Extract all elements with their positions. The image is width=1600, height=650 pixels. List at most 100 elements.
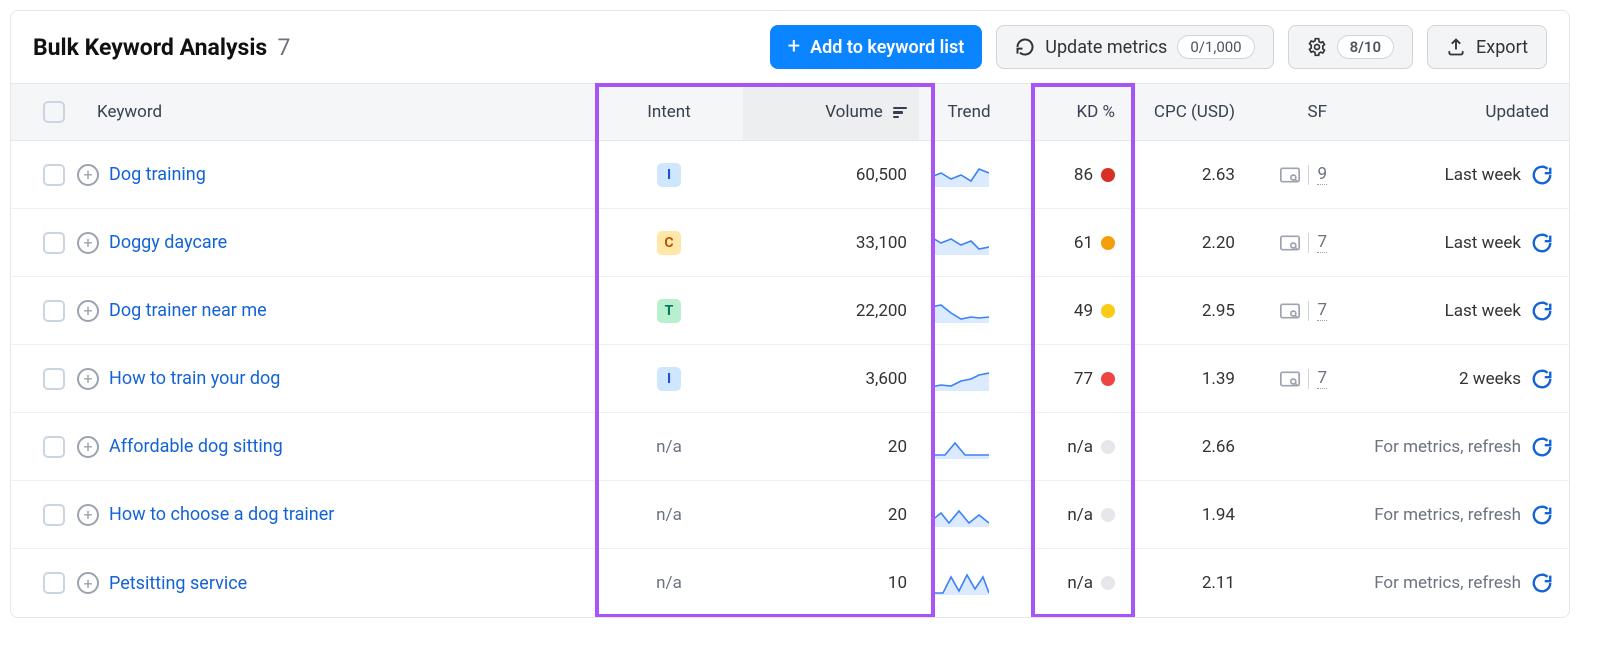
keyword-link[interactable]: Affordable dog sitting [109, 436, 283, 457]
volume-value: 22,200 [743, 301, 919, 321]
export-button-label: Export [1476, 37, 1528, 58]
refresh-row-icon[interactable] [1531, 436, 1553, 458]
row-checkbox[interactable] [43, 232, 65, 254]
kd-value: n/a [1031, 573, 1115, 593]
kd-value: n/a [1031, 437, 1115, 457]
column-kd[interactable]: KD % [1019, 102, 1127, 122]
row-checkbox[interactable] [43, 164, 65, 186]
refresh-row-icon[interactable] [1531, 504, 1553, 526]
update-quota-pill: 0/1,000 [1177, 35, 1254, 59]
table-row: +Dog trainingI60,500862.639Last week [11, 141, 1569, 209]
volume-value: 10 [743, 573, 919, 593]
column-updated[interactable]: Updated [1339, 102, 1570, 122]
refresh-row-icon[interactable] [1531, 300, 1553, 322]
row-checkbox[interactable] [43, 368, 65, 390]
kd-value: 61 [1031, 233, 1115, 253]
intent-badge: I [657, 163, 681, 187]
add-button-label: Add to keyword list [810, 37, 964, 58]
serp-features-icon[interactable] [1280, 303, 1300, 319]
kd-value: 77 [1031, 369, 1115, 389]
updated-text: Last week [1445, 233, 1521, 253]
cpc-value: 2.20 [1127, 233, 1247, 253]
expand-icon[interactable]: + [77, 232, 99, 254]
trend-sparkline [931, 228, 989, 258]
expand-icon[interactable]: + [77, 300, 99, 322]
keyword-link[interactable]: How to choose a dog trainer [109, 504, 334, 525]
trend-sparkline [931, 568, 989, 598]
row-checkbox[interactable] [43, 572, 65, 594]
kd-value: 86 [1031, 165, 1115, 185]
column-keyword[interactable]: Keyword [67, 102, 595, 122]
row-checkbox[interactable] [43, 504, 65, 526]
refresh-row-icon[interactable] [1531, 572, 1553, 594]
expand-icon[interactable]: + [77, 164, 99, 186]
export-button[interactable]: Export [1427, 25, 1547, 69]
keyword-link[interactable]: Doggy daycare [109, 232, 227, 253]
select-all-checkbox[interactable] [43, 101, 65, 123]
updated-text: For metrics, refresh [1374, 437, 1521, 457]
serp-features-icon[interactable] [1280, 167, 1300, 183]
column-intent[interactable]: Intent [595, 102, 743, 122]
kd-dot-icon [1101, 168, 1115, 182]
expand-icon[interactable]: + [77, 436, 99, 458]
expand-icon[interactable]: + [77, 504, 99, 526]
cpc-value: 2.95 [1127, 301, 1247, 321]
kd-value: n/a [1031, 505, 1115, 525]
intent-badge: T [657, 299, 681, 323]
volume-value: 33,100 [743, 233, 919, 253]
cpc-value: 2.11 [1127, 573, 1247, 593]
kd-dot-icon [1101, 576, 1115, 590]
intent-na: n/a [656, 573, 682, 593]
volume-value: 20 [743, 505, 919, 525]
sf-value[interactable]: 7 [1317, 368, 1327, 389]
keyword-link[interactable]: Petsitting service [109, 573, 247, 594]
trend-sparkline [931, 296, 989, 326]
refresh-icon [1015, 37, 1035, 57]
plus-icon: + [788, 36, 800, 58]
refresh-row-icon[interactable] [1531, 164, 1553, 186]
keyword-link[interactable]: Dog training [109, 164, 206, 185]
update-button-label: Update metrics [1045, 37, 1167, 58]
refresh-row-icon[interactable] [1531, 232, 1553, 254]
updated-text: For metrics, refresh [1374, 573, 1521, 593]
serp-features-icon[interactable] [1280, 371, 1300, 387]
cpc-value: 1.39 [1127, 369, 1247, 389]
sf-value[interactable]: 7 [1317, 300, 1327, 321]
table-header: Keyword Intent Volume Trend KD % CPC (US… [11, 83, 1569, 141]
kd-dot-icon [1101, 236, 1115, 250]
table-row: +How to train your dogI3,600771.3972 wee… [11, 345, 1569, 413]
row-checkbox[interactable] [43, 300, 65, 322]
volume-value: 60,500 [743, 165, 919, 185]
keyword-link[interactable]: How to train your dog [109, 368, 280, 389]
keyword-link[interactable]: Dog trainer near me [109, 300, 267, 321]
bulk-keyword-panel: Bulk Keyword Analysis 7 + Add to keyword… [10, 10, 1570, 618]
table-row: +Affordable dog sittingn/a20n/a2.66For m… [11, 413, 1569, 481]
export-icon [1446, 37, 1466, 57]
kd-dot-icon [1101, 304, 1115, 318]
row-checkbox[interactable] [43, 436, 65, 458]
add-to-keyword-list-button[interactable]: + Add to keyword list [770, 25, 983, 69]
column-cpc[interactable]: CPC (USD) [1127, 102, 1247, 122]
expand-icon[interactable]: + [77, 368, 99, 390]
column-sf[interactable]: SF [1247, 102, 1339, 122]
serp-features-icon[interactable] [1280, 235, 1300, 251]
kd-dot-icon [1101, 440, 1115, 454]
table-body: +Dog trainingI60,500862.639Last week+Dog… [11, 141, 1569, 617]
expand-icon[interactable]: + [77, 572, 99, 594]
table-row: +Dog trainer near meT22,200492.957Last w… [11, 277, 1569, 345]
kd-value: 49 [1031, 301, 1115, 321]
volume-value: 20 [743, 437, 919, 457]
sf-value[interactable]: 9 [1317, 164, 1327, 185]
trend-sparkline [931, 500, 989, 530]
updated-text: 2 weeks [1459, 369, 1521, 389]
table-row: + Doggy daycare C 33,100 61 2.20 7 Last week [11, 209, 1569, 277]
settings-button[interactable]: 8/10 [1288, 25, 1413, 69]
intent-badge: C [657, 231, 681, 255]
column-trend[interactable]: Trend [919, 102, 1019, 122]
refresh-row-icon[interactable] [1531, 368, 1553, 390]
update-metrics-button[interactable]: Update metrics 0/1,000 [996, 25, 1273, 69]
intent-na: n/a [656, 505, 682, 525]
sf-value[interactable]: 7 [1317, 232, 1327, 253]
trend-sparkline [931, 364, 989, 394]
table-row: +How to choose a dog trainern/a20n/a1.94… [11, 481, 1569, 549]
